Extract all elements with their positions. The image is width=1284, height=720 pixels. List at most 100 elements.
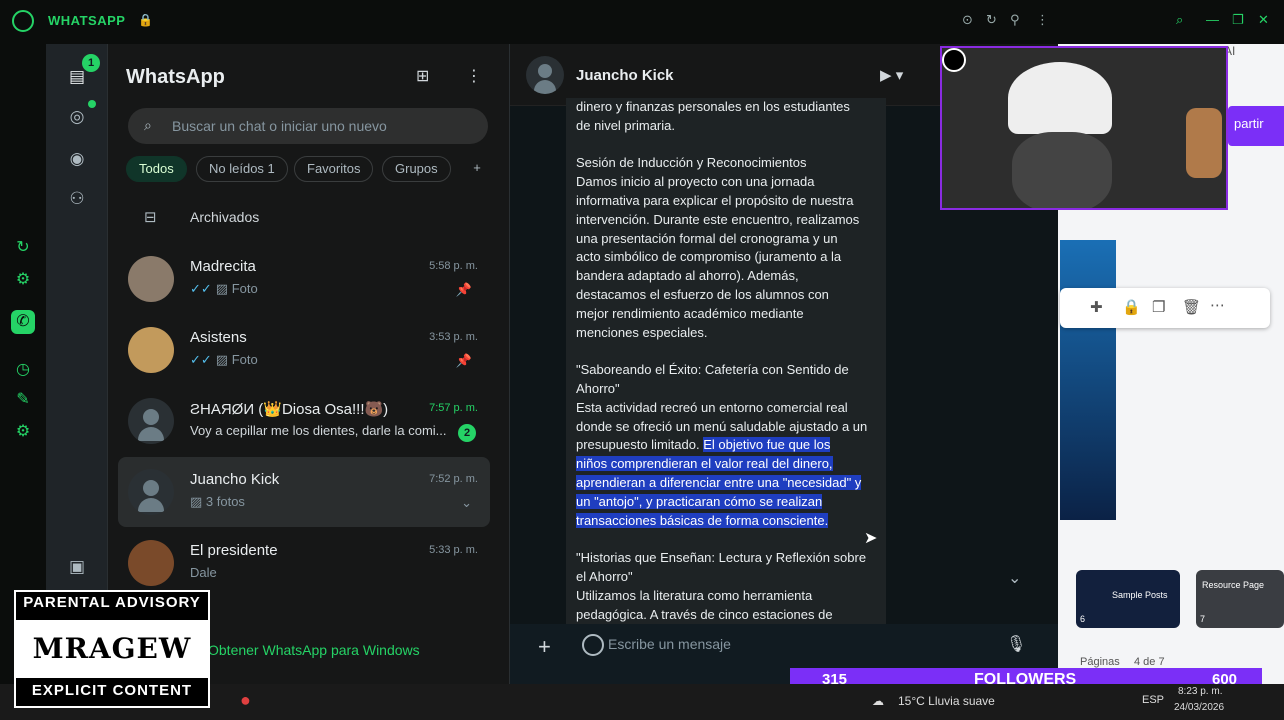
- message-line: Damos inicio al proyecto con una jornada: [576, 174, 815, 190]
- search-input[interactable]: [172, 116, 472, 136]
- message-line: [576, 530, 878, 549]
- mouse-cursor-icon: ➤: [864, 530, 878, 547]
- message-line: intervención. Durante este encuentro, re…: [576, 211, 860, 227]
- selected-text: aprendieran a diferenciar entre una "nec…: [576, 474, 862, 490]
- search-bar[interactable]: ⌕: [128, 108, 488, 144]
- maximize-icon[interactable]: ❐: [1232, 12, 1244, 28]
- bot-icon[interactable]: ⚙: [13, 270, 33, 290]
- thumb-title: Resource Page: [1202, 580, 1265, 590]
- communities-icon[interactable]: ⚇: [66, 188, 88, 210]
- minimize-icon[interactable]: —: [1206, 12, 1219, 27]
- message-line: [576, 342, 878, 361]
- chat-row[interactable]: Asistens 3:53 p. m. ✓✓ ▨ Foto 📌: [118, 315, 490, 385]
- comment-icon[interactable]: ✚: [1090, 298, 1103, 316]
- chat-row[interactable]: Madrecita 5:58 p. m. ✓✓ ▨ Foto 📌: [118, 244, 490, 314]
- app-icon[interactable]: ●: [240, 690, 251, 711]
- message-line: pedagógica. A través de cinco estaciones…: [576, 606, 833, 622]
- message-line: mejor rendimiento académico mediante: [576, 305, 804, 321]
- pin-icon[interactable]: ⚲: [1010, 12, 1020, 28]
- page-thumbnail[interactable]: Resource Page 7: [1196, 570, 1284, 628]
- close-icon[interactable]: ✕: [1258, 12, 1269, 28]
- message-line: aprendieran a diferenciar entre una "nec…: [576, 474, 878, 493]
- extension-icon[interactable]: ✎: [13, 390, 33, 410]
- duplicate-icon[interactable]: ❐: [1152, 298, 1165, 316]
- read-ticks-icon: ✓✓: [190, 352, 212, 367]
- pa-logo: MRAGEW: [16, 620, 208, 678]
- settings-icon[interactable]: ⊙: [962, 12, 973, 28]
- search-icon[interactable]: ⌕: [1176, 12, 1183, 28]
- add-filter-button[interactable]: +: [464, 156, 490, 182]
- chevron-down-icon[interactable]: ⌄: [461, 495, 472, 511]
- message-line: destacamos el esfuerzo de los alumnos co…: [576, 286, 829, 302]
- pages-label[interactable]: Páginas: [1080, 656, 1120, 668]
- photo-icon: ▨: [215, 281, 232, 296]
- message-line: presupuesto limitado. El objetivo fue qu…: [576, 436, 878, 455]
- clock-date[interactable]: 24/03/2026: [1174, 702, 1224, 713]
- share-button[interactable]: partir: [1228, 106, 1284, 146]
- menu-icon[interactable]: ⋮: [466, 66, 482, 86]
- webcam-overlay: [940, 46, 1228, 210]
- message-line: niños comprendieran el valor real del di…: [576, 455, 878, 474]
- channels-icon[interactable]: ◉: [66, 148, 88, 170]
- chat-time: 3:53 p. m.: [429, 331, 478, 343]
- trash-icon[interactable]: 🗑: [1182, 298, 1201, 316]
- element-toolbar: ✚ 🔒 ❐ 🗑 ⋯: [1060, 288, 1270, 328]
- emoji-icon[interactable]: [582, 634, 604, 656]
- message-line: donde se ofreció un menú saludable ajust…: [576, 418, 868, 434]
- chat-row[interactable]: ƧHAЯØИ (👑Diosa Osa!!!🐻) 7:57 p. m. Voy a…: [118, 386, 490, 456]
- message-line: el Ahorro": [576, 568, 633, 584]
- media-icon[interactable]: ▣: [66, 556, 88, 578]
- launcher-rail: ↻ ⚙ ✆ ◷ ✎ ⚙: [0, 44, 46, 684]
- archived-row[interactable]: ⊟ Archivados: [108, 200, 508, 236]
- avatar: [128, 327, 174, 373]
- more-icon[interactable]: ⋯: [1210, 296, 1225, 314]
- app-title: WHATSAPP: [48, 13, 126, 28]
- selected-text: un "antojo", y practicaran cómo se reali…: [576, 493, 823, 509]
- clock-time[interactable]: 8:23 p. m.: [1178, 686, 1222, 697]
- message-line: "Historias que Enseñan: Lectura y Reflex…: [576, 550, 867, 566]
- message-line: de nivel primaria.: [576, 117, 675, 133]
- panel-title: WhatsApp: [126, 66, 225, 88]
- filter-unread[interactable]: No leídos 1: [196, 156, 288, 182]
- filter-all[interactable]: Todos: [126, 156, 187, 182]
- chat-row-selected[interactable]: Juancho Kick 7:52 p. m. ▨ 3 fotos ⌄: [118, 457, 490, 527]
- whatsapp-logo-icon: [12, 10, 34, 32]
- nav-rail: ▤ 1 ◎ ◉ ⚇ ▣: [46, 44, 108, 684]
- filter-favorites[interactable]: Favoritos: [294, 156, 374, 182]
- chat-preview: 3 fotos: [205, 494, 245, 509]
- canvas-page[interactable]: [1060, 240, 1116, 520]
- pin-icon: 📌: [455, 282, 472, 297]
- status-icon[interactable]: ◎: [66, 106, 88, 128]
- clock-icon[interactable]: ◷: [13, 360, 33, 380]
- gear-icon[interactable]: ⚙: [13, 422, 33, 442]
- avatar: [128, 540, 174, 586]
- weather-icon[interactable]: ☁: [872, 694, 884, 708]
- language[interactable]: ESP: [1142, 694, 1164, 706]
- page-count: 4 de 7: [1134, 656, 1165, 668]
- menu-icon[interactable]: ⋮: [1036, 12, 1049, 28]
- attach-icon[interactable]: +: [538, 634, 551, 660]
- filter-groups[interactable]: Grupos: [382, 156, 451, 182]
- lock-icon[interactable]: 🔒: [1122, 298, 1141, 316]
- get-windows-app-link[interactable]: Obtener WhatsApp para Windows: [208, 642, 420, 658]
- search-icon: ⌕: [144, 117, 152, 133]
- reload-icon[interactable]: ↻: [986, 12, 997, 28]
- message-line: un "antojo", y practicaran cómo se reali…: [576, 493, 878, 512]
- refresh-icon[interactable]: ↻: [13, 238, 33, 258]
- page-thumbnail[interactable]: Sample Posts 6: [1076, 570, 1180, 628]
- thumb-number: 6: [1080, 614, 1086, 624]
- message-line: Utilizamos la literatura como herramient…: [576, 587, 813, 603]
- message-input[interactable]: Escribe un mensaje: [608, 636, 731, 652]
- weather-text[interactable]: 15°C Lluvia suave: [898, 694, 995, 708]
- figurine: [1186, 108, 1222, 178]
- whatsapp-app-icon[interactable]: ✆: [11, 310, 35, 334]
- avatar[interactable]: [526, 56, 564, 94]
- chat-name: Juancho Kick: [190, 471, 280, 488]
- chat-row[interactable]: El presidente 5:33 p. m. Dale: [118, 528, 490, 598]
- contact-name[interactable]: Juancho Kick: [576, 67, 674, 84]
- video-call-icon[interactable]: ▶ ▾: [880, 66, 903, 84]
- scroll-down-icon[interactable]: ⌄: [1008, 568, 1021, 588]
- microphone-icon[interactable]: 🎙: [1006, 634, 1026, 654]
- chats-badge: 1: [82, 54, 100, 72]
- new-chat-icon[interactable]: ⊞: [416, 66, 429, 86]
